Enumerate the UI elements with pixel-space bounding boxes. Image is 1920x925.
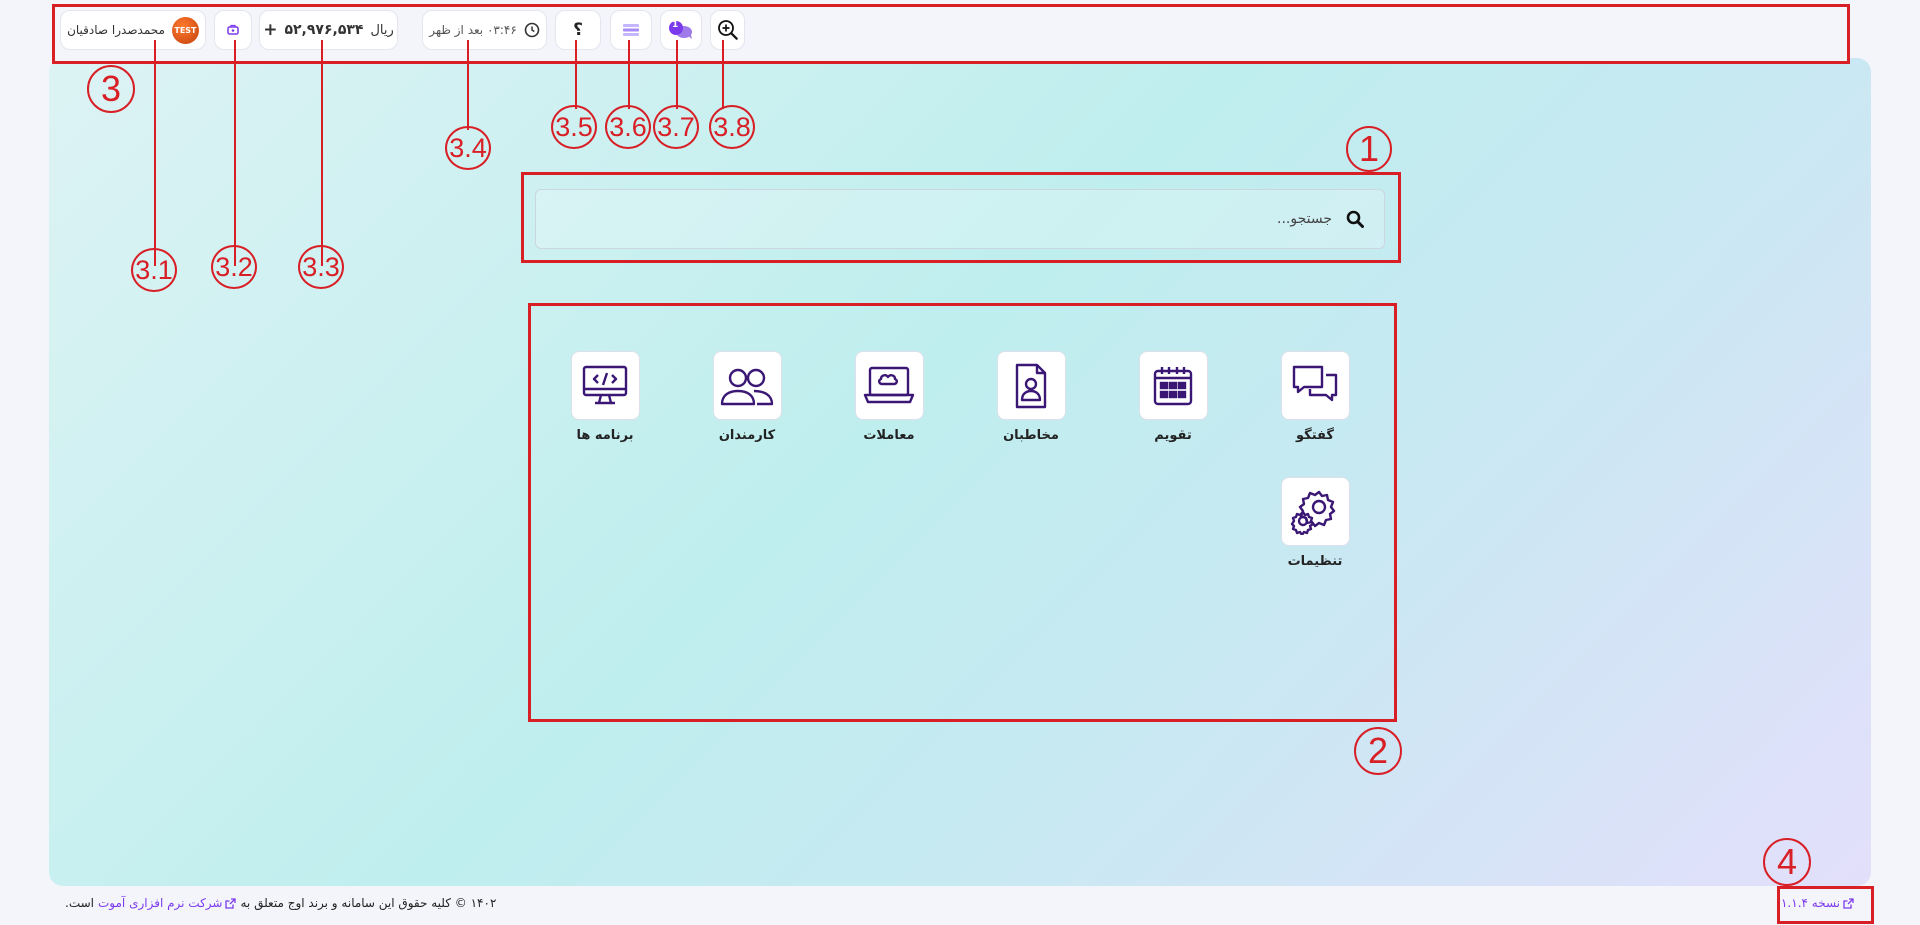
annotation-box-version xyxy=(1777,886,1874,924)
footer-copyright: ۱۴۰۲ © کلیه حقوق این سامانه و برند اوج م… xyxy=(65,896,496,910)
annotation-label-3-8: 3.8 xyxy=(709,105,755,149)
annotation-label-3: 3 xyxy=(87,65,135,113)
annotation-label-3-1: 3.1 xyxy=(131,248,177,292)
annotation-line xyxy=(154,40,156,266)
annotation-box-topbar xyxy=(52,4,1850,64)
annotation-line xyxy=(234,40,236,266)
annotation-label-2: 2 xyxy=(1354,727,1402,775)
annotation-label-3-5: 3.5 xyxy=(551,105,597,149)
external-link-icon xyxy=(225,897,237,909)
copyright-prefix: ۱۴۰۲ © کلیه حقوق این سامانه و برند اوج م… xyxy=(240,896,497,910)
annotation-box-search xyxy=(521,172,1401,263)
annotation-label-3-7: 3.7 xyxy=(653,105,699,149)
annotation-line xyxy=(321,40,323,266)
company-link-text: شرکت نرم افزاری آموت xyxy=(98,896,223,910)
annotation-label-3-2: 3.2 xyxy=(211,245,257,289)
annotation-label-3-3: 3.3 xyxy=(298,245,344,289)
copyright-suffix: است. xyxy=(65,896,94,910)
annotation-box-apps xyxy=(528,303,1397,722)
company-link[interactable]: شرکت نرم افزاری آموت xyxy=(98,896,237,910)
annotation-label-1: 1 xyxy=(1346,126,1392,172)
annotation-label-4: 4 xyxy=(1763,838,1811,886)
annotation-label-3-4: 3.4 xyxy=(445,126,491,170)
annotation-label-3-6: 3.6 xyxy=(605,105,651,149)
